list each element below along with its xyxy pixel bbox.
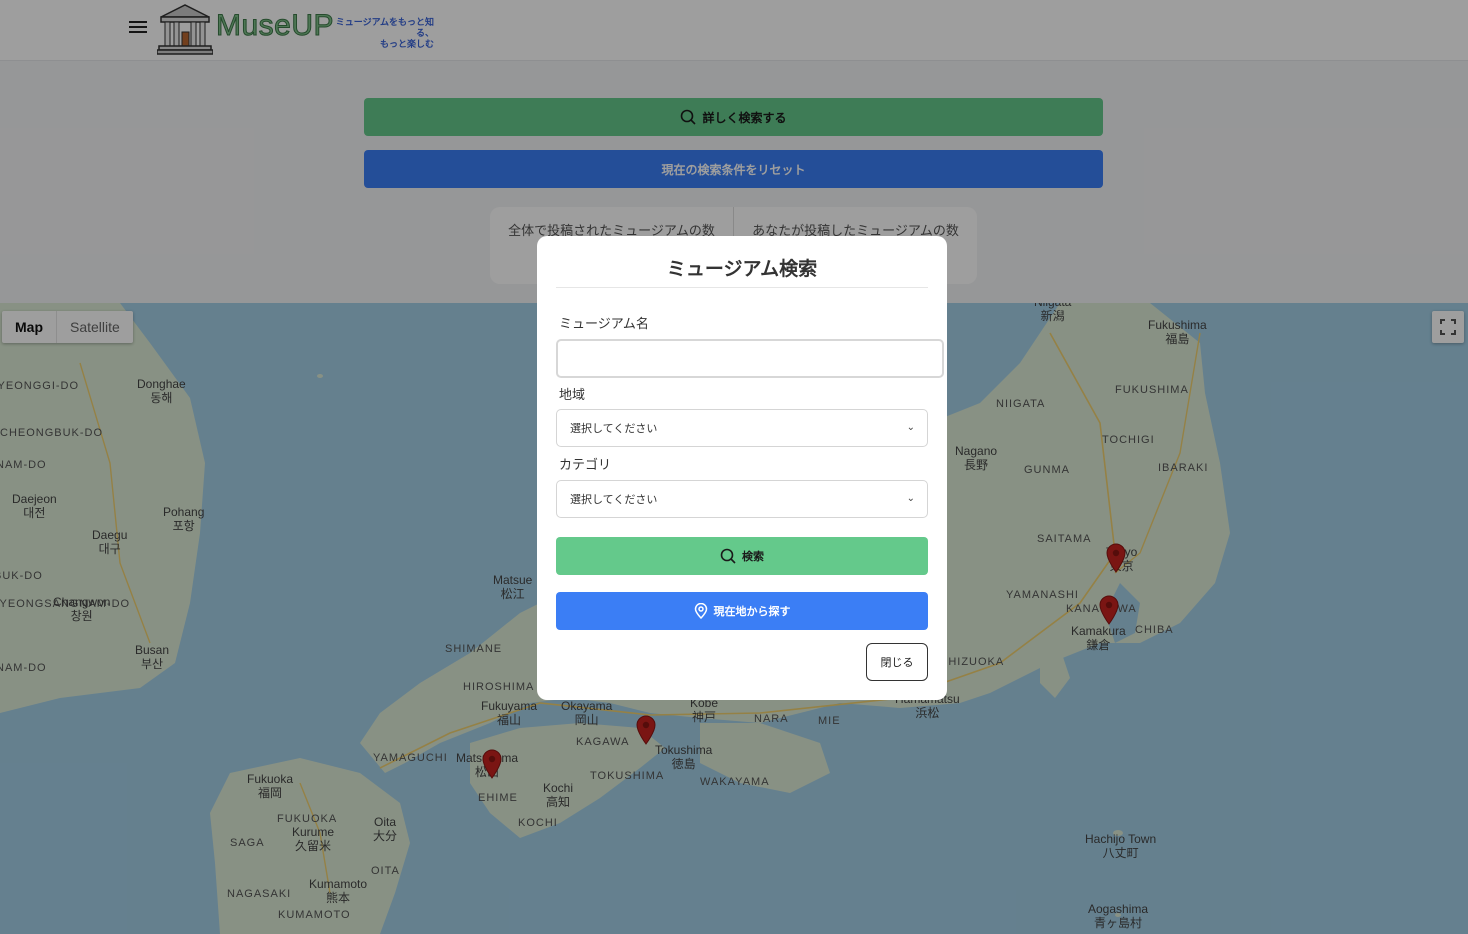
region-selected-value: 選択してください: [570, 422, 658, 435]
close-button-label: 閉じる: [880, 656, 914, 669]
search-icon: [720, 548, 736, 564]
search-button-label: 検索: [742, 550, 764, 563]
current-location-label: 現在地から探す: [713, 605, 791, 618]
museum-name-label: ミュージアム名: [559, 317, 649, 332]
category-select[interactable]: 選択してください ⌄: [556, 480, 928, 518]
modal-title: ミュージアム検索: [556, 254, 928, 288]
museum-search-modal: ミュージアム検索 ミュージアム名 地域 選択してください ⌄ カテゴリ 選択して…: [537, 236, 947, 700]
current-location-button[interactable]: 現在地から探す: [556, 592, 928, 630]
region-select[interactable]: 選択してください ⌄: [556, 409, 928, 447]
region-label: 地域: [559, 388, 586, 403]
close-button[interactable]: 閉じる: [866, 643, 928, 681]
location-pin-icon: [694, 603, 707, 619]
category-label: カテゴリ: [559, 458, 612, 473]
category-selected-value: 選択してください: [570, 493, 658, 506]
museum-name-input[interactable]: [556, 339, 944, 378]
chevron-down-icon: ⌄: [906, 493, 915, 504]
chevron-down-icon: ⌄: [906, 422, 915, 433]
search-button[interactable]: 検索: [556, 537, 928, 575]
